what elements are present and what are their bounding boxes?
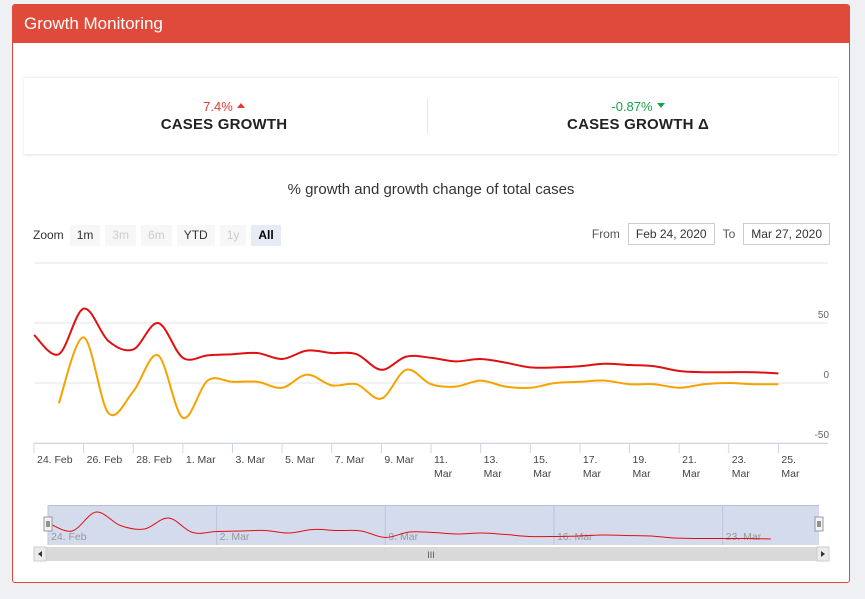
zoom-3m-button[interactable]: 3m [105, 224, 137, 246]
x-tick-label: 28. Feb [136, 454, 172, 466]
zoom-selector: Zoom 1m 3m 6m YTD 1y All [33, 224, 286, 246]
x-tick-label: 1. Mar [186, 454, 216, 466]
zoom-6m-button[interactable]: 6m [141, 224, 172, 246]
x-tick-label: 5. Mar [285, 454, 315, 466]
panel-title: Growth Monitoring [13, 5, 849, 43]
cases-growth-delta-value-row: -0.87% [438, 99, 838, 114]
x-tick-label: 24. Feb [37, 454, 73, 466]
y-tick-label: 0 [823, 370, 829, 381]
growth-line-chart: 50 0 -50 24. Feb 26. Feb 28. Feb 1. Mar 3. Mar 5… [33, 262, 830, 480]
handle-body [43, 516, 53, 532]
date-range-inputs: From Feb 24, 2020 To Mar 27, 2020 [592, 223, 830, 245]
cases-growth-delta-label: CASES GROWTH Δ [567, 116, 709, 133]
from-date-input[interactable]: Feb 24, 2020 [627, 223, 715, 245]
x-tick-label: 19. Mar [633, 454, 652, 480]
chart-title: % growth and growth change of total case… [287, 181, 575, 198]
to-label: To [722, 227, 736, 241]
cases-growth-stat: 7.4% CASES GROWTH [24, 78, 424, 154]
x-tick-label: 3. Mar [236, 454, 266, 466]
caret-down-icon [656, 103, 665, 109]
cases-growth-value: 7.4% [203, 99, 233, 114]
cases-growth-value-row: 7.4% [24, 99, 424, 114]
navigator-tick-label: 16. Mar [557, 531, 593, 543]
navigator-tick-label: 23. Mar [726, 531, 762, 543]
from-label: From [591, 227, 620, 241]
stat-divider [427, 98, 428, 134]
zoom-1m-button[interactable]: 1m [69, 224, 101, 246]
x-tick-label: 25. Mar [781, 454, 800, 480]
cases-growth-delta-stat: -0.87% CASES GROWTH Δ [438, 78, 838, 154]
x-tick-label: 21. Mar [682, 454, 701, 480]
growth-monitoring-panel: Growth Monitoring 7.4% CASES GROWTH -0.8… [12, 4, 850, 583]
x-tick-label: 9. Mar [384, 454, 414, 466]
y-tick-label: 50 [818, 310, 830, 321]
x-tick-label: 11. Mar [434, 454, 453, 480]
zoom-1y-button[interactable]: 1y [219, 224, 247, 246]
navigator-right-handle[interactable] [814, 516, 824, 532]
series-line-1 [57, 336, 779, 419]
stats-card: 7.4% CASES GROWTH -0.87% CASES GROWTH Δ [24, 77, 838, 154]
navigator-tick-label: 24. Feb [51, 531, 87, 543]
scrollbar-grip: III [427, 550, 435, 560]
navigator[interactable]: 24. Feb 2. Mar 9. Mar 16. Mar 23. MarIII [13, 503, 849, 563]
x-tick-label: 13. Mar [484, 454, 503, 480]
to-date-input[interactable]: Mar 27, 2020 [743, 223, 830, 245]
x-tick-label: 15. Mar [533, 454, 552, 480]
zoom-ytd-button[interactable]: YTD [176, 224, 215, 246]
navigator-left-handle[interactable] [43, 516, 53, 532]
y-tick-label: -50 [815, 430, 830, 441]
cases-growth-label: CASES GROWTH [160, 116, 288, 133]
x-tick-label: 7. Mar [335, 454, 365, 466]
cases-growth-delta-value: -0.87% [611, 99, 653, 114]
handle-body [814, 516, 824, 532]
x-tick-label: 26. Feb [87, 454, 123, 466]
zoom-label: Zoom [33, 228, 64, 242]
navigator-tick-label: 2. Mar [220, 531, 250, 543]
series-line-0 [33, 307, 779, 375]
zoom-all-button[interactable]: All [251, 224, 281, 246]
caret-up-icon [236, 103, 245, 109]
x-tick-label: 23. Mar [732, 454, 751, 480]
x-tick-label: 17. Mar [583, 454, 602, 480]
